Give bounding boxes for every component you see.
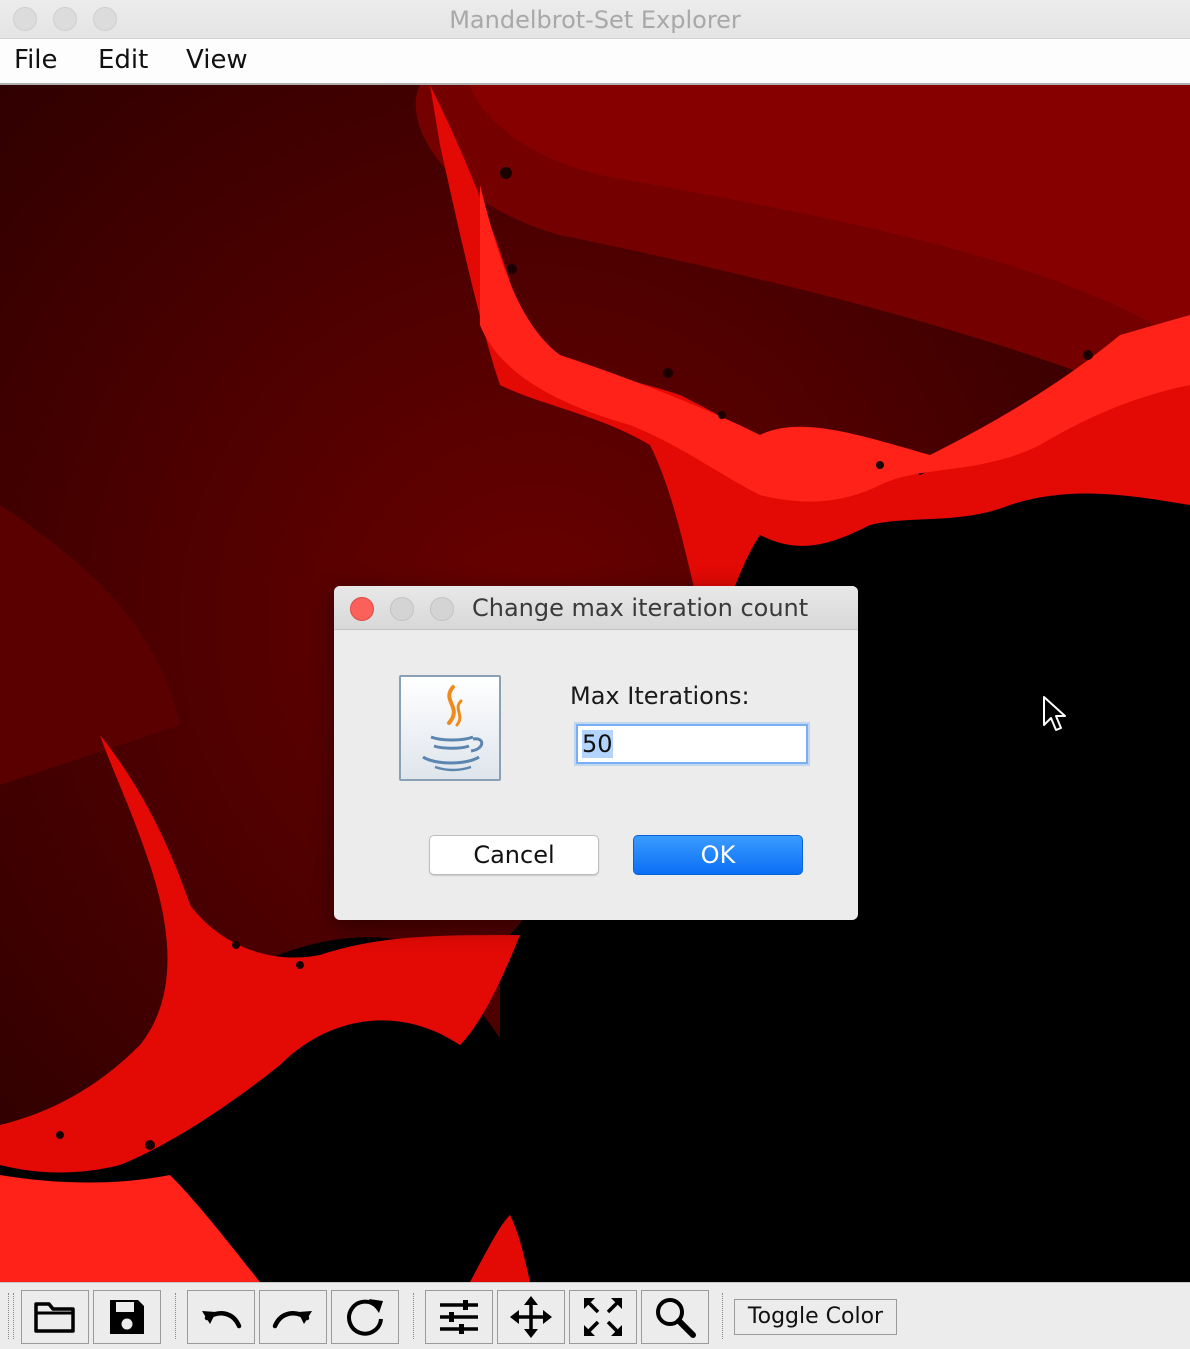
redo-button[interactable] [259,1290,327,1344]
toggle-color-button[interactable]: Toggle Color [734,1299,897,1335]
dialog-close-button[interactable] [350,597,374,621]
undo-icon [202,1311,242,1329]
toolbar-separator [722,1293,725,1339]
dialog-minimize-button[interactable] [390,597,414,621]
open-folder-icon [34,1302,75,1333]
open-button[interactable] [21,1290,89,1344]
max-iterations-dialog: Change max iteration count Max Iteration… [334,586,858,920]
toolbar-separator [175,1293,178,1339]
move-button[interactable] [497,1290,565,1344]
move-icon [510,1296,552,1338]
toolbar: Toggle Color [0,1282,1190,1349]
menu-bar: File Edit View [0,39,1190,85]
mouse-cursor-icon [1043,696,1066,731]
redo-icon [272,1311,312,1329]
settings-button[interactable] [425,1290,493,1344]
max-iterations-label: Max Iterations: [570,682,750,710]
menu-view[interactable]: View [186,45,248,75]
save-button[interactable] [93,1290,161,1344]
settings-sliders-icon [440,1300,478,1334]
toolbar-separator [413,1293,416,1339]
zoom-button[interactable] [641,1290,709,1344]
ok-button[interactable]: OK [633,835,803,875]
dialog-zoom-button[interactable] [430,597,454,621]
window-title-bar: Mandelbrot-Set Explorer [0,0,1190,39]
dialog-title-bar: Change max iteration count [334,586,858,630]
window-title: Mandelbrot-Set Explorer [449,6,741,34]
undo-button[interactable] [187,1290,255,1344]
toolbar-grip[interactable] [13,1293,16,1339]
refresh-button[interactable] [331,1290,399,1344]
toolbar-grip[interactable] [8,1293,11,1339]
max-iterations-value: 50 [582,730,613,758]
cancel-button[interactable]: Cancel [429,835,599,875]
max-iterations-input[interactable]: 50 [576,724,808,764]
zoom-icon [656,1298,696,1338]
fit-expand-icon [584,1298,622,1336]
java-icon [399,675,501,781]
menu-edit[interactable]: Edit [98,45,148,75]
save-icon [110,1300,144,1334]
menu-file[interactable]: File [14,45,58,75]
dialog-title: Change max iteration count [472,594,809,622]
refresh-icon [347,1299,383,1336]
fit-button[interactable] [569,1290,637,1344]
